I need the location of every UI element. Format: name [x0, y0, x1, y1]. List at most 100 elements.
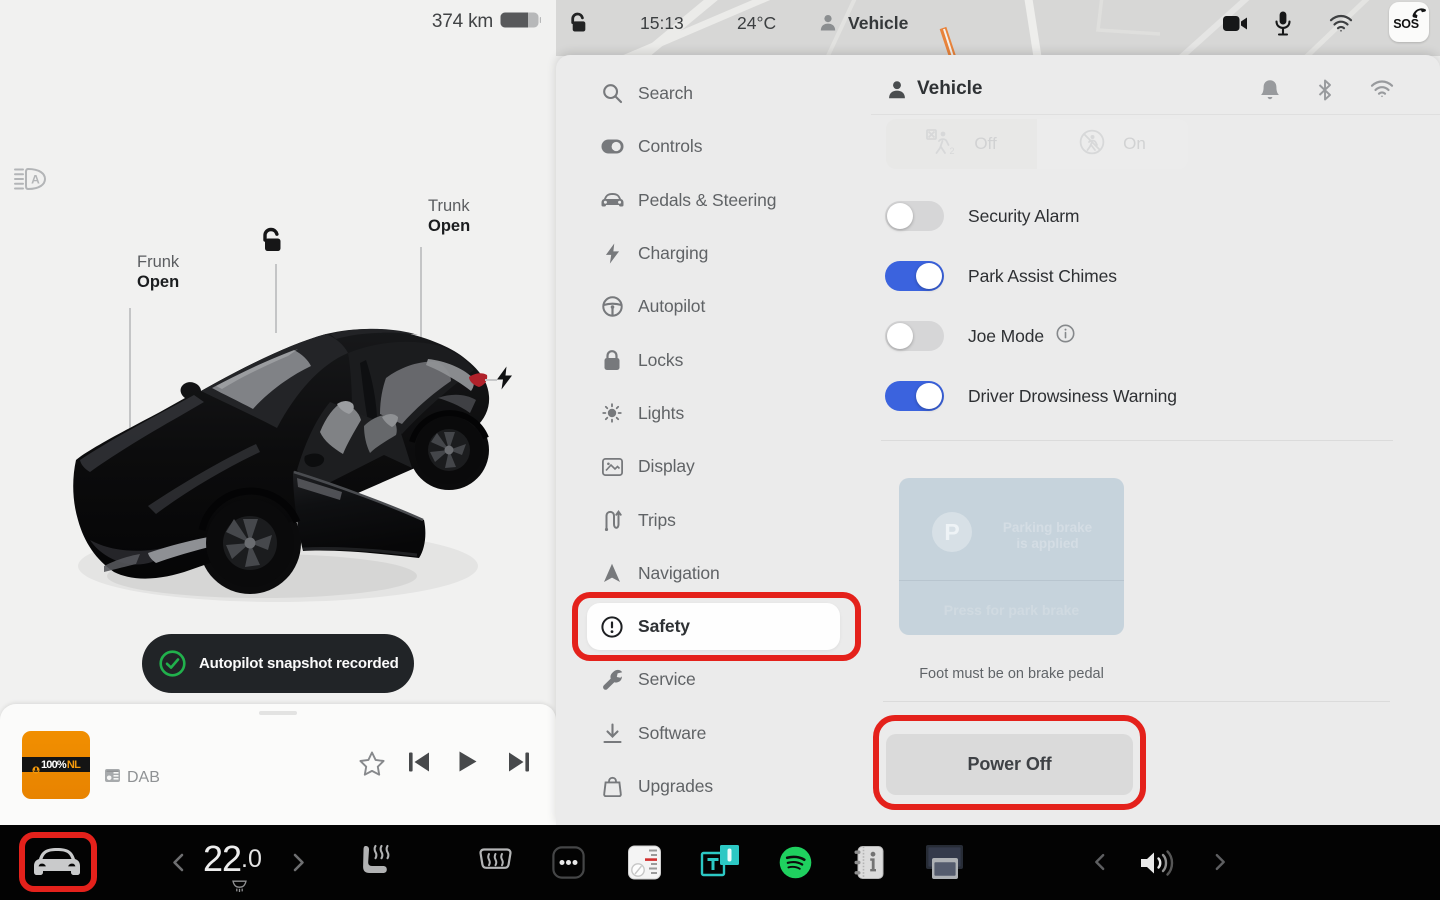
station-logo-text-orange: NL [66, 758, 81, 771]
search-icon [600, 82, 624, 106]
menu-item-navigation[interactable]: Navigation [556, 547, 856, 600]
menu-item-locks[interactable]: Locks [556, 333, 856, 386]
trips-icon [600, 508, 624, 532]
segment-on[interactable]: On [1037, 119, 1188, 169]
power-off-button[interactable]: Power Off [886, 734, 1133, 795]
play-button[interactable] [459, 751, 477, 777]
menu-item-controls[interactable]: Controls [556, 120, 856, 173]
ti-app-icon[interactable] [698, 844, 740, 881]
bluetooth-icon[interactable] [1318, 79, 1332, 106]
status-unlocked-icon[interactable] [567, 0, 589, 46]
segment-on-label: On [1123, 134, 1146, 153]
unlocked-icon[interactable] [258, 227, 285, 259]
owners-manual-app-icon[interactable] [854, 845, 884, 880]
menu-item-software[interactable]: Software [556, 707, 856, 760]
volume-decrease-chevron[interactable] [1094, 853, 1105, 871]
driver-drowsiness-toggle[interactable] [885, 381, 944, 411]
parking-card-divider [899, 580, 1124, 581]
charging-bolt-icon [600, 242, 624, 266]
menu-item-charging[interactable]: Charging [556, 227, 856, 280]
menu-item-pedals-steering[interactable]: Pedals & Steering [556, 174, 856, 227]
segment-off[interactable]: 2 Off [886, 119, 1037, 169]
volume-icon[interactable] [1139, 847, 1179, 879]
joe-mode-toggle[interactable] [885, 321, 944, 351]
app-launcher-icon[interactable] [552, 846, 585, 879]
favorite-star-button[interactable] [358, 750, 386, 782]
cabin-camera-icon[interactable] [1223, 0, 1248, 46]
radio-app-icon[interactable] [628, 845, 661, 880]
car-visualization[interactable] [50, 318, 520, 633]
next-track-button[interactable] [508, 752, 529, 777]
steering-wheel-icon [600, 295, 624, 319]
menu-item-safety[interactable]: Safety [556, 600, 856, 653]
park-assist-chimes-toggle[interactable] [885, 261, 944, 291]
toggle-label: Park Assist Chimes [968, 265, 1117, 286]
previous-track-button[interactable] [409, 752, 430, 777]
section-divider [881, 440, 1393, 441]
menu-item-trips[interactable]: Trips [556, 493, 856, 546]
toggle-row-security-alarm: Security Alarm [885, 201, 1080, 231]
lock-icon [600, 348, 624, 372]
menu-item-display[interactable]: Display [556, 440, 856, 493]
climate-fan-icon [231, 880, 248, 898]
map-background [556, 0, 1440, 56]
display-icon [600, 455, 624, 479]
trunk-label: Trunk Open [428, 196, 470, 237]
media-drag-handle[interactable] [259, 711, 297, 715]
pedestrian-warning-segmented[interactable]: 2 Off On [886, 119, 1188, 169]
parking-brake-card[interactable]: P Parking brake is applied Press for par… [899, 478, 1124, 635]
pedestrian-warning-on-icon [1079, 129, 1105, 160]
toggle-row-park-assist-chimes: Park Assist Chimes [885, 261, 1117, 291]
tesla-screen: 374 km A Frunk Open Trunk Open Autopilot… [0, 0, 1440, 900]
menu-item-search[interactable]: Search [556, 67, 856, 120]
sos-button[interactable]: SOS [1389, 2, 1429, 42]
status-time: 15:13 [640, 12, 684, 33]
parking-brake-action: Press for park brake [943, 602, 1080, 618]
security-alarm-toggle[interactable] [885, 201, 944, 231]
charge-bolt-icon[interactable] [496, 366, 513, 395]
wifi-icon[interactable] [1329, 0, 1353, 46]
parking-brake-status: Parking brake is applied [985, 520, 1110, 551]
battery-range[interactable]: 374 km [0, 11, 542, 33]
menu-item-autopilot[interactable]: Autopilot [556, 280, 856, 333]
brake-pedal-note: Foot must be on brake pedal [919, 666, 1104, 682]
joe-mode-info-icon[interactable] [1056, 324, 1075, 348]
menu-item-upgrades[interactable]: Upgrades [556, 760, 856, 813]
media-player[interactable]: 100% NL DAB [0, 704, 556, 825]
seat-heater-icon[interactable] [360, 843, 392, 880]
navigation-icon [600, 561, 624, 585]
album-art[interactable]: 100% NL [22, 731, 90, 799]
spotify-app-icon[interactable] [779, 846, 812, 879]
notifications-bell-icon[interactable] [1260, 79, 1280, 106]
menu-item-lights[interactable]: Lights [556, 387, 856, 440]
theater-app-icon[interactable] [924, 844, 965, 881]
microphone-icon[interactable] [1275, 0, 1291, 46]
header-status-icons [1260, 79, 1394, 106]
bottom-app-bar: 22.0 [0, 825, 1440, 900]
temp-decrease-chevron[interactable] [172, 853, 184, 872]
selected-pill [587, 602, 840, 650]
volume-increase-chevron[interactable] [1215, 853, 1226, 871]
menu-item-label: Trips [638, 509, 676, 530]
status-outside-temp[interactable]: 24°C [737, 0, 776, 46]
dab-source-icon [104, 767, 121, 789]
media-source-row: DAB [104, 767, 160, 789]
menu-item-label: Display [638, 456, 695, 477]
defrost-icon[interactable] [479, 847, 512, 877]
settings-panel: Search Controls Pedals & Steering Chargi… [556, 55, 1440, 825]
menu-item-label: Service [638, 669, 696, 690]
menu-item-service[interactable]: Service [556, 653, 856, 706]
cabin-temperature[interactable]: 22.0 [203, 838, 262, 880]
menu-item-label: Navigation [638, 562, 720, 583]
toggle-label: Driver Drowsiness Warning [968, 385, 1177, 406]
temp-increase-chevron[interactable] [293, 853, 305, 872]
profile-name[interactable]: Vehicle [848, 0, 908, 46]
segment-off-label: Off [974, 134, 997, 153]
header-divider [871, 114, 1440, 115]
toggle-knob [887, 323, 913, 349]
toggle-label: Security Alarm [968, 205, 1080, 226]
wifi-status-icon[interactable] [1370, 79, 1394, 106]
profile-icon[interactable] [818, 0, 838, 46]
vehicle-controls-app-icon[interactable] [33, 845, 81, 879]
controls-icon [600, 135, 624, 159]
